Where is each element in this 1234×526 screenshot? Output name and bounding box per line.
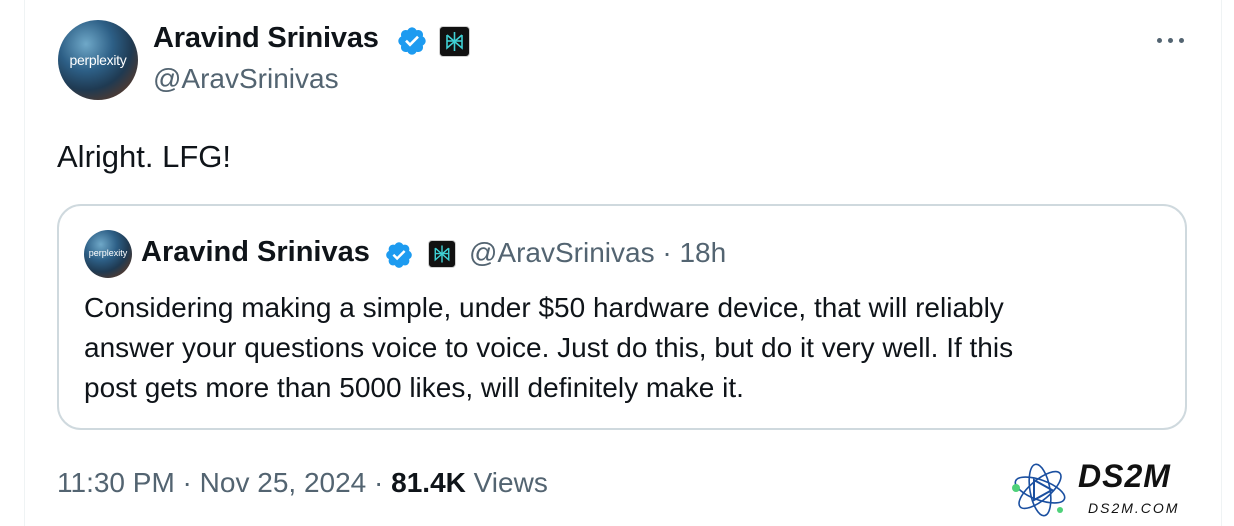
quoted-tweet-text: Considering making a simple, under $50 h… (84, 288, 1144, 408)
separator: · (654, 237, 680, 268)
quoted-handle-time: @AravSrinivas · 18h (469, 237, 726, 269)
quoted-text-line: Considering making a simple, under $50 h… (84, 292, 1004, 323)
tweet-date[interactable]: Nov 25, 2024 (200, 467, 367, 498)
author-handle[interactable]: @AravSrinivas (153, 63, 339, 95)
more-options-icon[interactable] (1151, 26, 1191, 56)
affiliation-badge-icon[interactable] (439, 26, 470, 57)
quoted-avatar[interactable]: perplexity (84, 230, 132, 278)
quoted-affiliation-badge-icon (428, 240, 456, 268)
separator: · (366, 467, 392, 498)
view-count: 81.4K (391, 467, 466, 498)
author-name[interactable]: Aravind Srinivas (153, 22, 379, 55)
quoted-relative-time: 18h (679, 237, 727, 268)
quoted-text-line: post gets more than 5000 likes, will def… (84, 372, 744, 403)
watermark-atom-icon (1012, 463, 1066, 517)
verified-badge-icon (396, 25, 428, 62)
avatar-label: perplexity (69, 52, 127, 68)
views-label: Views (465, 467, 548, 498)
watermark: DS2M DS2M.COM (1008, 458, 1222, 522)
quoted-text-line: answer your questions voice to voice. Ju… (84, 332, 1014, 363)
tweet-text: Alright. LFG! (57, 139, 231, 174)
avatar[interactable]: perplexity (58, 20, 138, 100)
tweet-meta: 11:30 PM · Nov 25, 2024 · 81.4K Views (57, 467, 548, 499)
watermark-url: DS2M.COM (1088, 500, 1180, 516)
quoted-tweet[interactable]: perplexity Aravind Srinivas @AravSriniva… (57, 204, 1187, 430)
quoted-author-name: Aravind Srinivas (141, 236, 370, 268)
quoted-avatar-label: perplexity (88, 248, 128, 258)
quoted-handle: @AravSrinivas (469, 237, 655, 268)
tweet-timestamp[interactable]: 11:30 PM (57, 467, 175, 498)
watermark-title: DS2M (1078, 458, 1171, 494)
quoted-verified-badge-icon (384, 240, 414, 275)
separator: · (174, 467, 200, 498)
